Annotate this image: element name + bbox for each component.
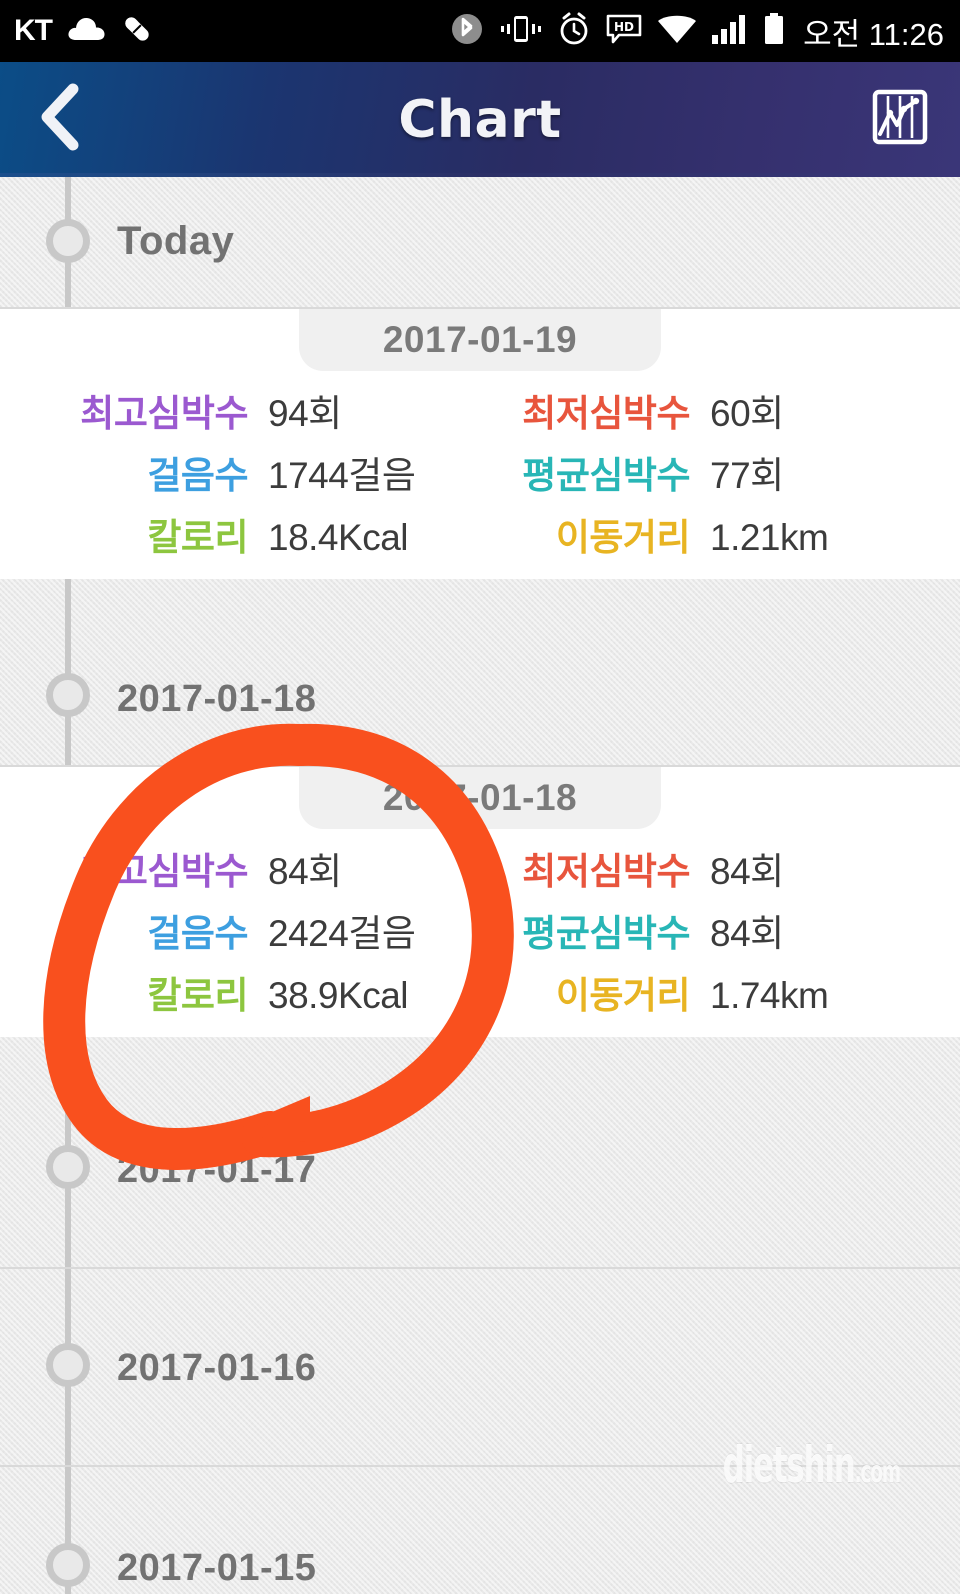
metric-value-calorie: 38.9Kcal [268, 975, 409, 1016]
card-metrics: 최고심박수 84회 최저심박수 84회 걸음수 2424걸음 평균심박수 84회… [0, 837, 960, 1023]
timeline-label-2[interactable]: 2017-01-16 [117, 1347, 316, 1390]
carrier-label: KT [14, 14, 53, 47]
timeline-node-1 [46, 1145, 90, 1189]
pill-icon [120, 12, 154, 51]
divider [0, 1267, 960, 1269]
metric-max-hr: 최고심박수 94회 [0, 383, 480, 437]
metric-calorie: 칼로리 38.9Kcal [0, 965, 480, 1019]
metric-row: 칼로리 18.4Kcal 이동거리 1.21km [0, 503, 960, 565]
metric-value-max-hr: 94회 [268, 393, 342, 434]
metric-label-min-hr: 최저심박수 [522, 393, 690, 434]
status-bar: KT HD 오전 11:26 [0, 0, 960, 62]
day-card-1[interactable]: 2017-01-18 최고심박수 84회 최저심박수 84회 걸음수 2424걸… [0, 767, 960, 1037]
metric-value-avg-hr: 84회 [710, 913, 784, 954]
metric-value-steps: 1744걸음 [268, 455, 416, 496]
signal-icon [711, 13, 749, 50]
status-clock: 오전 11:26 [803, 16, 944, 52]
timeline-node-0 [46, 673, 90, 717]
wifi-icon [656, 13, 698, 50]
metric-label-calorie: 칼로리 [147, 517, 248, 558]
card-metrics: 최고심박수 94회 최저심박수 60회 걸음수 1744걸음 평균심박수 77회… [0, 379, 960, 565]
metric-calorie: 칼로리 18.4Kcal [0, 507, 480, 561]
metric-row: 최고심박수 94회 최저심박수 60회 [0, 379, 960, 441]
app-header: Chart [0, 62, 960, 177]
metric-label-min-hr: 최저심박수 [522, 851, 690, 892]
metric-label-max-hr: 최고심박수 [80, 393, 248, 434]
metric-value-min-hr: 84회 [710, 851, 784, 892]
status-bar-left: KT [0, 12, 154, 51]
cloud-icon [66, 14, 106, 49]
timeline-node-3 [46, 1543, 90, 1587]
metric-value-min-hr: 60회 [710, 393, 784, 434]
metric-row: 걸음수 1744걸음 평균심박수 77회 [0, 441, 960, 503]
metric-row: 걸음수 2424걸음 평균심박수 84회 [0, 899, 960, 961]
metric-label-distance: 이동거리 [555, 517, 691, 558]
timeline-node-today [46, 219, 90, 263]
card-date-pill: 2017-01-18 [299, 767, 661, 829]
metric-min-hr: 최저심박수 60회 [480, 383, 960, 437]
page-title: Chart [398, 89, 562, 150]
metric-label-calorie: 칼로리 [147, 975, 248, 1016]
metric-label-avg-hr: 평균심박수 [522, 455, 690, 496]
metric-row: 최고심박수 84회 최저심박수 84회 [0, 837, 960, 899]
timeline-label-0[interactable]: 2017-01-18 [117, 678, 316, 721]
metric-label-steps: 걸음수 [147, 913, 248, 954]
day-card-0[interactable]: 2017-01-19 최고심박수 94회 최저심박수 60회 걸음수 1744걸… [0, 309, 960, 579]
metric-label-avg-hr: 평균심박수 [522, 913, 690, 954]
timeline-label-1[interactable]: 2017-01-17 [117, 1149, 316, 1192]
chart-graph-icon [870, 87, 930, 152]
metric-distance: 이동거리 1.21km [480, 507, 960, 561]
timeline-label-today[interactable]: Today [117, 219, 234, 264]
metric-label-distance: 이동거리 [555, 975, 691, 1016]
metric-distance: 이동거리 1.74km [480, 965, 960, 1019]
metric-row: 칼로리 38.9Kcal 이동거리 1.74km [0, 961, 960, 1023]
watermark-tld: .com [854, 1455, 902, 1490]
metric-value-calorie: 18.4Kcal [268, 517, 409, 558]
metric-steps: 걸음수 1744걸음 [0, 445, 480, 499]
divider [0, 1465, 960, 1467]
metric-avg-hr: 평균심박수 84회 [480, 903, 960, 957]
timeline-label-3[interactable]: 2017-01-15 [117, 1547, 316, 1590]
metric-avg-hr: 평균심박수 77회 [480, 445, 960, 499]
metric-min-hr: 최저심박수 84회 [480, 841, 960, 895]
metric-value-distance: 1.21km [710, 517, 829, 558]
metric-label-max-hr: 최고심박수 [80, 851, 248, 892]
card-date-pill: 2017-01-19 [299, 309, 661, 371]
metric-steps: 걸음수 2424걸음 [0, 903, 480, 957]
svg-text:HD: HD [614, 20, 634, 34]
metric-max-hr: 최고심박수 84회 [0, 841, 480, 895]
timeline-content[interactable]: Today 2017-01-19 최고심박수 94회 최저심박수 60회 걸음수… [0, 177, 960, 1594]
hd-message-icon: HD [605, 13, 643, 50]
metric-value-distance: 1.74km [710, 975, 829, 1016]
back-button[interactable] [0, 62, 120, 177]
status-bar-right: HD 오전 11:26 [448, 9, 960, 54]
app-screen: KT HD 오전 11:26 Chart Today 2017-01-19 최고… [0, 0, 960, 1594]
battery-icon [762, 12, 786, 51]
metric-value-max-hr: 84회 [268, 851, 342, 892]
card-date-label: 2017-01-19 [382, 319, 578, 360]
metric-value-avg-hr: 77회 [710, 455, 784, 496]
bluetooth-icon [448, 10, 486, 53]
card-date-label: 2017-01-18 [382, 777, 578, 818]
chevron-left-icon [33, 81, 87, 158]
vibrate-icon [499, 12, 543, 51]
metric-value-steps: 2424걸음 [268, 913, 416, 954]
timeline-node-2 [46, 1343, 90, 1387]
alarm-icon [556, 11, 592, 52]
metric-label-steps: 걸음수 [147, 455, 248, 496]
chart-view-button[interactable] [840, 62, 960, 177]
